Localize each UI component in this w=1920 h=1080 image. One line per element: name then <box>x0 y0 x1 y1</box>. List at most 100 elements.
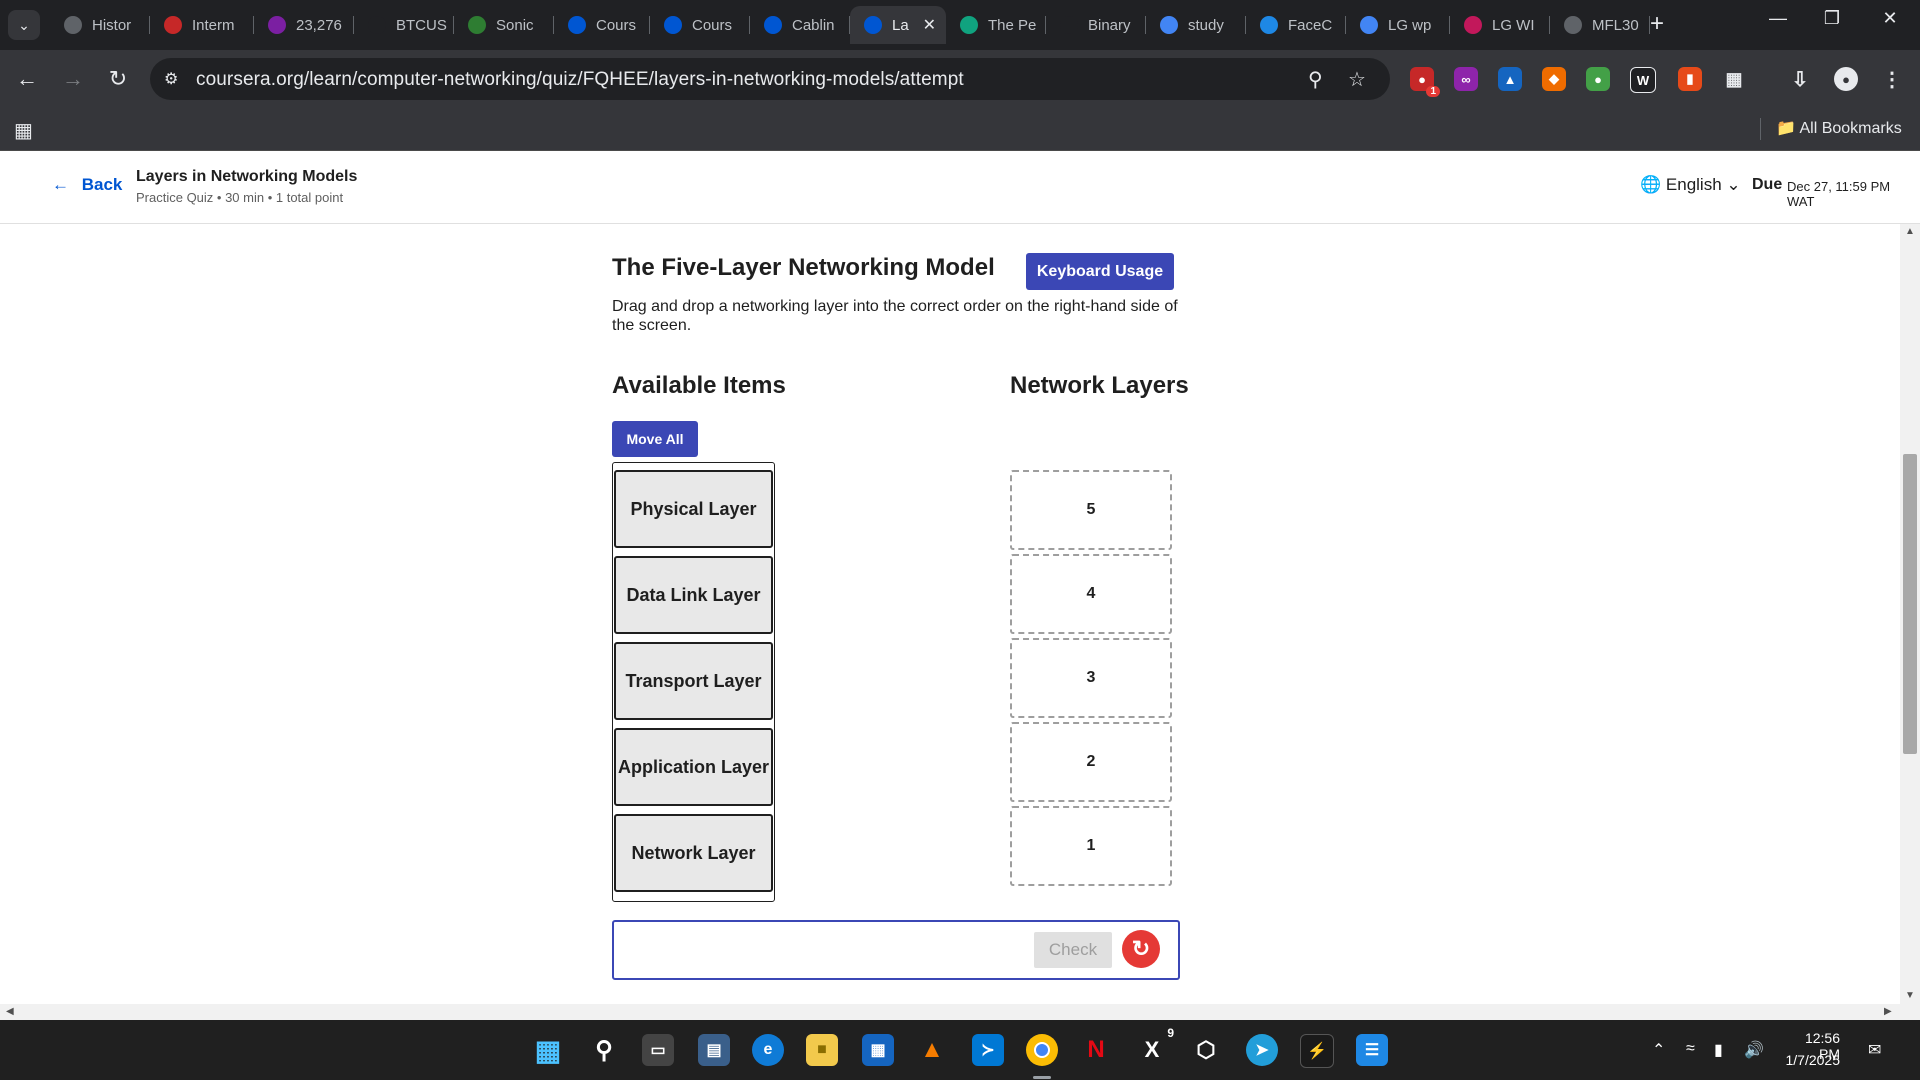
browser-tab[interactable]: La ✕ <box>850 6 946 44</box>
due-date: Dec 27, 11:59 PM WAT <box>1787 179 1891 209</box>
extensions-puzzle-icon[interactable]: ▦ <box>1722 67 1746 91</box>
browser-tab[interactable]: LG WI <box>1450 6 1550 44</box>
browser-tab[interactable]: Histor <box>50 6 150 44</box>
browser-tab[interactable]: Interm <box>150 6 254 44</box>
browser-tab-bar: ⌄ Histor Interm 23,276 BTCUS Sonic Cours Cours… <box>0 0 1920 50</box>
check-button[interactable]: Check <box>1034 932 1112 968</box>
url-text[interactable]: coursera.org/learn/computer-networking/q… <box>196 69 964 91</box>
cube-app-icon[interactable]: ⬡ <box>1190 1034 1222 1066</box>
tab-label: BTCUS <box>396 16 447 34</box>
profile-avatar-icon[interactable]: ● <box>1834 67 1858 91</box>
coursera-icon <box>664 16 682 34</box>
browser-tab[interactable]: The Pe <box>946 6 1046 44</box>
drop-slot-3[interactable]: 3 <box>1010 638 1172 718</box>
address-bar[interactable]: ⚙ coursera.org/learn/computer-networking… <box>150 58 1390 100</box>
task-view-icon[interactable]: ▭ <box>642 1034 674 1066</box>
scroll-up-arrow-icon[interactable]: ▲ <box>1905 226 1915 237</box>
browser-tab[interactable]: MFL30 <box>1550 6 1650 44</box>
browser-tab[interactable]: Sonic <box>454 6 554 44</box>
edge-icon[interactable]: e <box>752 1034 784 1066</box>
speedometer-icon <box>164 16 182 34</box>
drop-slot-1[interactable]: 1 <box>1010 806 1172 886</box>
all-bookmarks-button[interactable]: 📁 All Bookmarks <box>1776 118 1902 138</box>
notepad-icon[interactable]: ☰ <box>1356 1034 1388 1066</box>
drop-slot-2[interactable]: 2 <box>1010 722 1172 802</box>
microsoft-store-icon[interactable]: ▦ <box>862 1034 894 1066</box>
extension-icon-1[interactable]: ● 1 <box>1410 67 1440 97</box>
close-window-icon[interactable]: ✕ <box>1870 8 1910 29</box>
back-link[interactable]: ← Back <box>52 175 122 195</box>
browser-tab[interactable]: Cours <box>650 6 750 44</box>
browser-tab[interactable]: 23,276 <box>254 6 354 44</box>
vertical-scroll-thumb[interactable] <box>1903 454 1917 754</box>
minimize-icon[interactable]: — <box>1758 8 1798 29</box>
draggable-item-data-link[interactable]: Data Link Layer <box>614 556 773 634</box>
keyboard-usage-button[interactable]: Keyboard Usage <box>1026 253 1174 290</box>
download-icon[interactable]: ⇩ <box>1788 67 1812 91</box>
file-explorer-icon[interactable]: ■ <box>806 1034 838 1066</box>
language-selector[interactable]: 🌐 English ⌄ <box>1640 175 1741 195</box>
drop-slot-4[interactable]: 4 <box>1010 554 1172 634</box>
quiz-content: The Five-Layer Networking Model Keyboard… <box>0 224 1900 1004</box>
w-extension-icon[interactable]: W <box>1630 67 1656 93</box>
new-tab-icon[interactable]: + <box>1650 10 1664 38</box>
site-info-icon[interactable]: ⚙ <box>164 69 178 89</box>
tab-label: LG wp <box>1388 16 1432 34</box>
browser-tab[interactable]: LG wp <box>1346 6 1450 44</box>
x-icon[interactable]: X9 <box>1136 1026 1174 1066</box>
quiz-header: ← Back Layers in Networking Models Pract… <box>0 151 1920 224</box>
drop-slot-5[interactable]: 5 <box>1010 470 1172 550</box>
extension-icon-2[interactable]: ∞ <box>1454 67 1478 91</box>
browser-tab[interactable]: FaceC <box>1246 6 1346 44</box>
metamask-icon[interactable]: ◆ <box>1542 67 1566 91</box>
netflix-icon[interactable]: N <box>1080 1034 1112 1066</box>
wifi-icon[interactable]: ≈ <box>1686 1040 1695 1058</box>
clock-date[interactable]: 1/7/2025 <box>1782 1052 1841 1068</box>
draggable-item-network[interactable]: Network Layer <box>614 814 773 892</box>
close-tab-icon[interactable]: ✕ <box>923 15 936 35</box>
move-all-button[interactable]: Move All <box>612 421 698 457</box>
apps-grid-icon[interactable]: ▦ <box>14 118 33 143</box>
bolt-app-icon[interactable]: ⚡ <box>1300 1034 1334 1068</box>
lg-icon <box>1464 16 1482 34</box>
zoom-icon[interactable]: ⚲ <box>1308 67 1323 92</box>
telegram-icon[interactable]: ➤ <box>1246 1034 1278 1066</box>
extension-badge: 1 <box>1426 86 1440 97</box>
shield-extension-icon[interactable]: ▲ <box>1498 67 1522 91</box>
vlc-icon[interactable]: ▲ <box>916 1034 948 1066</box>
tab-label: FaceC <box>1288 16 1333 34</box>
browser-tab[interactable]: BTCUS <box>354 6 454 44</box>
volume-icon[interactable]: 🔊 <box>1744 1040 1764 1060</box>
draggable-item-physical[interactable]: Physical Layer <box>614 470 773 548</box>
notifications-icon[interactable]: ✉ <box>1868 1040 1881 1060</box>
bookmark-star-icon[interactable]: ☆ <box>1348 67 1366 92</box>
bookmark-extension-icon[interactable]: ▮ <box>1678 67 1702 91</box>
question-title: The Five-Layer Networking Model <box>612 254 995 281</box>
chevron-up-icon[interactable]: ⌃ <box>1652 1040 1665 1060</box>
chrome-icon[interactable] <box>1026 1034 1058 1066</box>
widgets-icon[interactable]: ▤ <box>698 1034 730 1066</box>
scroll-left-arrow-icon[interactable]: ◀ <box>6 1006 14 1017</box>
battery-icon[interactable]: ▮ <box>1714 1040 1723 1060</box>
browser-tab[interactable]: Binary <box>1046 6 1146 44</box>
back-arrow-icon[interactable]: ← <box>12 66 42 92</box>
scroll-right-arrow-icon[interactable]: ▶ <box>1884 1006 1892 1017</box>
draggable-item-application[interactable]: Application Layer <box>614 728 773 806</box>
horizontal-scrollbar[interactable] <box>0 1004 1920 1020</box>
search-icon[interactable]: ⚲ <box>588 1034 620 1066</box>
scroll-down-arrow-icon[interactable]: ▼ <box>1905 990 1915 1001</box>
tab-search-icon[interactable]: ⌄ <box>8 10 40 40</box>
vscode-icon[interactable]: ≻ <box>972 1034 1004 1066</box>
browser-tab[interactable]: study <box>1146 6 1246 44</box>
browser-tab[interactable]: Cours <box>554 6 650 44</box>
reload-icon[interactable]: ↻ <box>103 66 133 92</box>
color-extension-icon[interactable]: ● <box>1586 67 1610 91</box>
forward-arrow-icon[interactable]: → <box>58 66 88 92</box>
start-windows-icon[interactable]: ▦ <box>532 1034 564 1066</box>
reset-icon[interactable]: ↻ <box>1122 930 1160 968</box>
x-badge: 9 <box>1167 1026 1174 1040</box>
browser-tab[interactable]: Cablin <box>750 6 850 44</box>
restore-icon[interactable]: ❐ <box>1812 8 1852 29</box>
draggable-item-transport[interactable]: Transport Layer <box>614 642 773 720</box>
menu-kebab-icon[interactable]: ⋮ <box>1880 67 1904 91</box>
